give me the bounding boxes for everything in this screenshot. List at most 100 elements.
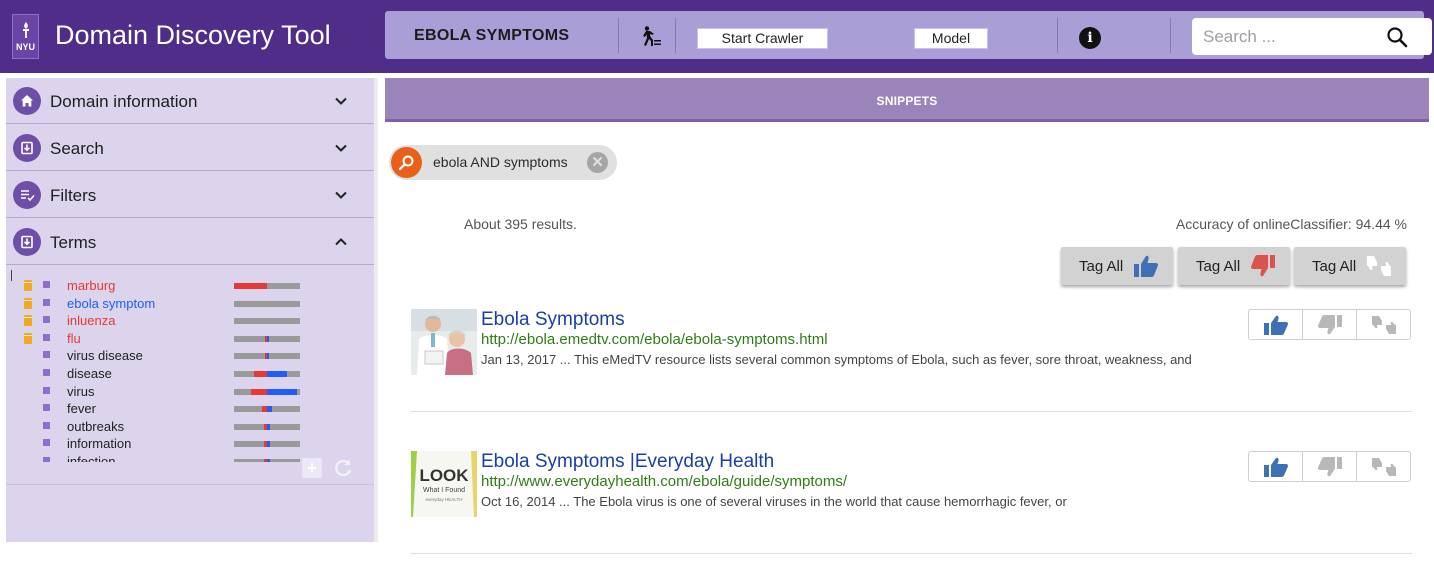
term-row[interactable]: information xyxy=(6,435,375,452)
thumbs-down-icon xyxy=(1251,255,1275,277)
pin-icon[interactable] xyxy=(24,315,32,327)
term-row[interactable]: outbreaks xyxy=(6,418,375,435)
term-row[interactable]: inluenza xyxy=(6,312,375,329)
divider xyxy=(410,411,1412,412)
irrelevant-frequency-bar xyxy=(267,441,271,448)
refresh-icon[interactable] xyxy=(332,457,354,479)
crawler-status-icon[interactable] xyxy=(638,25,662,49)
sidebar-item-filters[interactable]: Filters xyxy=(6,172,375,218)
thumbs-down-icon xyxy=(1318,315,1342,335)
result-item: Ebola Symptoms http://ebola.emedtv.com/e… xyxy=(410,309,1412,427)
chevron-down-icon xyxy=(335,97,347,105)
term-checkbox[interactable] xyxy=(43,351,50,359)
tag-all-irrelevant-button[interactable]: Tag All xyxy=(1178,247,1290,285)
tag-all-label: Tag All xyxy=(1079,258,1124,275)
term-frequency-bar xyxy=(234,406,300,413)
divider xyxy=(6,484,375,485)
term-checkbox[interactable] xyxy=(43,457,50,462)
relevant-frequency-bar xyxy=(250,388,267,395)
irrelevant-frequency-bar xyxy=(267,423,270,430)
terms-download-icon xyxy=(13,228,41,256)
term-frequency-bar xyxy=(234,459,300,462)
sidebar-item-label: Search xyxy=(50,139,104,158)
term-label: virus xyxy=(67,383,95,399)
tag-all-neutral-button[interactable]: Tag All xyxy=(1294,247,1406,285)
result-tag-buttons xyxy=(1248,309,1411,340)
thumbs-up-down-icon xyxy=(1372,316,1396,334)
term-label: outbreaks xyxy=(67,418,125,434)
term-frequency-bar xyxy=(234,318,300,325)
term-checkbox[interactable] xyxy=(43,281,50,288)
toolbar-separator xyxy=(1170,18,1171,53)
chevron-up-icon xyxy=(335,238,347,246)
pin-icon[interactable] xyxy=(24,297,32,309)
sidebar-scrollbar[interactable] xyxy=(374,78,378,542)
term-checkbox[interactable] xyxy=(43,421,50,429)
close-icon[interactable]: ✕ xyxy=(587,152,608,173)
term-checkbox[interactable] xyxy=(43,316,50,324)
term-checkbox[interactable] xyxy=(43,333,50,341)
start-crawler-button[interactable]: Start Crawler xyxy=(697,28,828,49)
domain-toolbar: EBOLA SYMPTOMS Start Crawler Model i xyxy=(385,11,1432,59)
term-frequency-bar xyxy=(234,388,300,395)
add-term-icon[interactable]: + xyxy=(302,458,322,478)
result-title-link[interactable]: Ebola Symptoms xyxy=(481,309,625,331)
sidebar-item-label: Filters xyxy=(50,186,97,205)
irrelevant-frequency-bar xyxy=(267,459,270,462)
home-icon xyxy=(13,87,41,115)
thumbs-up-down-icon xyxy=(1367,256,1391,276)
search-input[interactable] xyxy=(1203,26,1383,48)
term-checkbox[interactable] xyxy=(43,369,50,376)
result-title-link[interactable]: Ebola Symptoms |Everyday Health xyxy=(481,451,774,473)
toolbar-separator xyxy=(618,18,619,53)
term-checkbox[interactable] xyxy=(43,298,50,306)
doctor-patient-photo xyxy=(411,309,477,375)
term-frequency-bar xyxy=(234,423,300,430)
term-label: marburg xyxy=(67,278,116,293)
pin-icon[interactable] xyxy=(24,332,32,344)
term-row[interactable]: flu xyxy=(6,330,375,347)
tag-all-label: Tag All xyxy=(1312,258,1357,275)
tag-neutral-button[interactable] xyxy=(1357,310,1411,339)
search-download-icon xyxy=(13,134,41,162)
classifier-accuracy: Accuracy of onlineClassifier: 94.44 % xyxy=(1175,216,1407,232)
thumbs-up-icon xyxy=(1134,255,1158,277)
result-url[interactable]: http://www.everydayhealth.com/ebola/guid… xyxy=(481,473,847,490)
tag-irrelevant-button[interactable] xyxy=(1303,452,1357,481)
sidebar-item-terms[interactable]: Terms xyxy=(6,219,375,265)
tag-relevant-button[interactable] xyxy=(1249,310,1303,339)
term-row[interactable]: fever xyxy=(6,400,375,417)
term-row[interactable]: disease xyxy=(6,365,375,382)
term-label: ebola symptom xyxy=(67,295,156,311)
tab-snippets[interactable]: SNIPPETS xyxy=(385,78,1429,120)
domain-name: EBOLA SYMPTOMS xyxy=(414,27,570,44)
query-chip[interactable]: ebola AND symptoms ✕ xyxy=(389,145,617,180)
term-row[interactable]: virus disease xyxy=(6,347,375,364)
term-row[interactable]: ebola symptom xyxy=(6,295,375,312)
thumbs-down-icon xyxy=(1318,457,1342,477)
tag-irrelevant-button[interactable] xyxy=(1303,310,1357,339)
term-label: disease xyxy=(67,366,112,381)
filter-list-icon xyxy=(13,181,41,209)
term-label: inluenza xyxy=(67,313,116,329)
term-checkbox[interactable] xyxy=(43,386,50,394)
toolbar-separator xyxy=(1057,18,1058,53)
pin-icon[interactable] xyxy=(24,280,32,291)
term-checkbox[interactable] xyxy=(43,404,50,412)
sidebar-item-domain-information[interactable]: Domain information xyxy=(6,78,375,124)
result-url[interactable]: http://ebola.emedtv.com/ebola/ebola-symp… xyxy=(481,331,828,348)
tag-all-relevant-button[interactable]: Tag All xyxy=(1061,247,1173,285)
search-icon[interactable] xyxy=(1386,26,1408,48)
tag-neutral-button[interactable] xyxy=(1357,452,1411,481)
result-snippet: Jan 13, 2017 ... This eMedTV resource li… xyxy=(481,352,1192,367)
term-label: virus disease xyxy=(67,348,143,364)
term-row[interactable]: virus xyxy=(6,383,375,400)
term-row[interactable]: marburg xyxy=(6,277,375,294)
tag-relevant-button[interactable] xyxy=(1249,452,1303,481)
term-checkbox[interactable] xyxy=(43,439,50,447)
info-icon[interactable]: i xyxy=(1079,27,1101,49)
model-button[interactable]: Model xyxy=(914,28,988,49)
relevant-frequency-bar xyxy=(234,283,267,289)
thumb-text-what-i-found: What I Found xyxy=(423,487,465,494)
sidebar-item-search[interactable]: Search xyxy=(6,125,375,171)
